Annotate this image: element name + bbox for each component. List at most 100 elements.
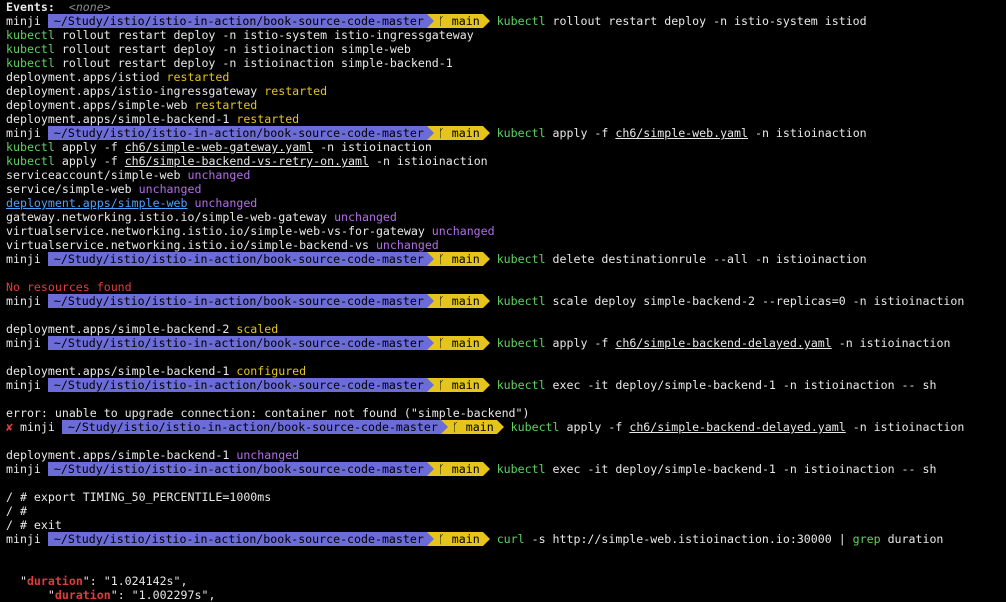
terminal-window[interactable]: Events: <none> minji ~/Study/istio/istio-… bbox=[0, 0, 1006, 602]
output-text: rollout restart deploy -n istio-system i… bbox=[54, 28, 474, 42]
prompt-path: ~/Study/istio/istio-in-action/book-sourc… bbox=[47, 126, 427, 140]
command-text: kubectl bbox=[510, 420, 560, 434]
command-text: kubectl bbox=[496, 462, 546, 476]
output-text: unchanged bbox=[334, 210, 397, 224]
output-line: gateway.networking.istio.io/simple-web-g… bbox=[6, 210, 1006, 224]
output-line: deployment.apps/simple-web unchanged bbox=[6, 196, 1006, 210]
powerline-end-icon bbox=[482, 252, 490, 266]
prompt-line: minji ~/Study/istio/istio-in-action/book… bbox=[6, 378, 1006, 392]
command-text: -n istioinaction bbox=[845, 420, 965, 434]
command-text: kubectl bbox=[496, 126, 546, 140]
powerline-separator-icon bbox=[426, 14, 434, 28]
git-branch-icon: ᚴ bbox=[437, 126, 452, 140]
output-text: gateway.networking.istio.io/simple-web-g… bbox=[6, 210, 335, 224]
command-text: duration bbox=[880, 532, 944, 546]
prompt-branch: ᚴ main bbox=[433, 126, 483, 140]
output-text: deployment.apps/simple-backend-2 bbox=[6, 322, 237, 336]
output-text: kubectl bbox=[6, 140, 55, 154]
prompt-branch: ᚴ main bbox=[433, 336, 483, 350]
prompt-gap bbox=[490, 126, 497, 140]
prompt-path: ~/Study/istio/istio-in-action/book-sourc… bbox=[47, 294, 427, 308]
output-text: restarted bbox=[236, 112, 300, 126]
prompt-user: minji bbox=[6, 532, 48, 546]
output-text: ch6/simple-web-gateway.yaml bbox=[124, 140, 314, 154]
powerline-separator-icon bbox=[426, 462, 434, 476]
prompt-line: minji ~/Study/istio/istio-in-action/book… bbox=[6, 532, 1006, 546]
command-text: curl bbox=[496, 532, 525, 546]
output-text: unchanged bbox=[138, 182, 202, 196]
output-text: -n istioinaction bbox=[369, 154, 488, 168]
powerline-end-icon bbox=[482, 126, 490, 140]
command-text: -n istioinaction bbox=[748, 126, 867, 140]
prompt-branch: ᚴ main bbox=[433, 462, 483, 476]
output-text: virtualservice.networking.istio.io/simpl… bbox=[6, 224, 432, 238]
command-text: -s http://simple-web.istioinaction.io:30… bbox=[524, 532, 853, 546]
powerline-separator-icon bbox=[426, 252, 434, 266]
output-line: Events: <none> bbox=[6, 0, 1006, 14]
output-text: unchanged bbox=[236, 448, 300, 462]
prompt-path: ~/Study/istio/istio-in-action/book-sourc… bbox=[47, 378, 427, 392]
output-line: deployment.apps/simple-backend-1 unchang… bbox=[6, 448, 1006, 462]
output-text: deployment.apps/simple-backend-1 bbox=[6, 112, 237, 126]
output-line: kubectl rollout restart deploy -n istio-… bbox=[6, 28, 1006, 42]
prompt-user: minji bbox=[6, 294, 48, 308]
command-text: delete destinationrule --all -n istioina… bbox=[545, 252, 867, 266]
output-text: No resources found bbox=[6, 280, 132, 294]
prompt-path-text: ~/Study/istio/istio-in-action/book-sourc… bbox=[53, 294, 424, 308]
command-text: kubectl bbox=[496, 14, 546, 28]
prompt-line: minji ~/Study/istio/istio-in-action/book… bbox=[6, 462, 1006, 476]
powerline-separator-icon bbox=[426, 126, 434, 140]
prompt-branch-text: main bbox=[451, 14, 480, 28]
prompt-branch: ᚴ main bbox=[433, 294, 483, 308]
powerline-separator-icon bbox=[426, 378, 434, 392]
output-text: duration bbox=[26, 574, 83, 588]
prompt-gap bbox=[490, 252, 497, 266]
output-text: error: unable to upgrade connection: con… bbox=[6, 406, 530, 420]
output-text: Events: bbox=[6, 0, 55, 14]
prompt-path-text: ~/Study/istio/istio-in-action/book-sourc… bbox=[67, 420, 438, 434]
command-text: apply -f bbox=[545, 336, 616, 350]
command-text: exec -it deploy/simple-backend-1 -n isti… bbox=[545, 462, 937, 476]
powerline-end-icon bbox=[482, 14, 490, 28]
output-text: / # exit bbox=[6, 518, 62, 532]
command-text: kubectl bbox=[496, 378, 546, 392]
command-text: grep bbox=[852, 532, 881, 546]
command-text: ch6/simple-backend-delayed.yaml bbox=[629, 420, 846, 434]
powerline-separator-icon bbox=[426, 532, 434, 546]
prompt-gap bbox=[490, 378, 497, 392]
output-text: -n istioinaction bbox=[313, 140, 432, 154]
output-line: kubectl rollout restart deploy -n istioi… bbox=[6, 56, 1006, 70]
output-text: rollout restart deploy -n istioinaction … bbox=[54, 42, 411, 56]
output-line: deployment.apps/simple-backend-2 scaled bbox=[6, 322, 1006, 336]
command-text: apply -f bbox=[545, 126, 616, 140]
powerline-separator-icon bbox=[426, 336, 434, 350]
prompt-line: minji ~/Study/istio/istio-in-action/book… bbox=[6, 336, 1006, 350]
output-line: / # export TIMING_50_PERCENTILE=1000ms bbox=[6, 490, 1006, 504]
output-text: kubectl bbox=[6, 28, 55, 42]
output-text: restarted bbox=[166, 70, 230, 84]
output-line: kubectl rollout restart deploy -n istioi… bbox=[6, 42, 1006, 56]
output-text: restarted bbox=[194, 98, 258, 112]
prompt-gap bbox=[490, 14, 497, 28]
prompt-gap bbox=[490, 294, 497, 308]
prompt-branch-text: main bbox=[451, 378, 480, 392]
prompt-branch: ᚴ main bbox=[447, 420, 497, 434]
prompt-path: ~/Study/istio/istio-in-action/book-sourc… bbox=[47, 462, 427, 476]
output-text: / # bbox=[6, 504, 27, 518]
output-text: ch6/simple-backend-vs-retry-on.yaml bbox=[124, 154, 369, 168]
git-branch-icon: ᚴ bbox=[437, 252, 452, 266]
prompt-branch-text: main bbox=[451, 294, 480, 308]
output-text: apply -f bbox=[54, 154, 125, 168]
prompt-branch: ᚴ main bbox=[433, 532, 483, 546]
prompt-branch-text: main bbox=[451, 462, 480, 476]
prompt-branch-text: main bbox=[451, 336, 480, 350]
prompt-branch-text: main bbox=[465, 420, 494, 434]
prompt-path: ~/Study/istio/istio-in-action/book-sourc… bbox=[47, 252, 427, 266]
output-text: " bbox=[6, 574, 27, 588]
output-line: error: unable to upgrade connection: con… bbox=[6, 406, 1006, 420]
output-text: deployment.apps/istiod bbox=[6, 70, 167, 84]
